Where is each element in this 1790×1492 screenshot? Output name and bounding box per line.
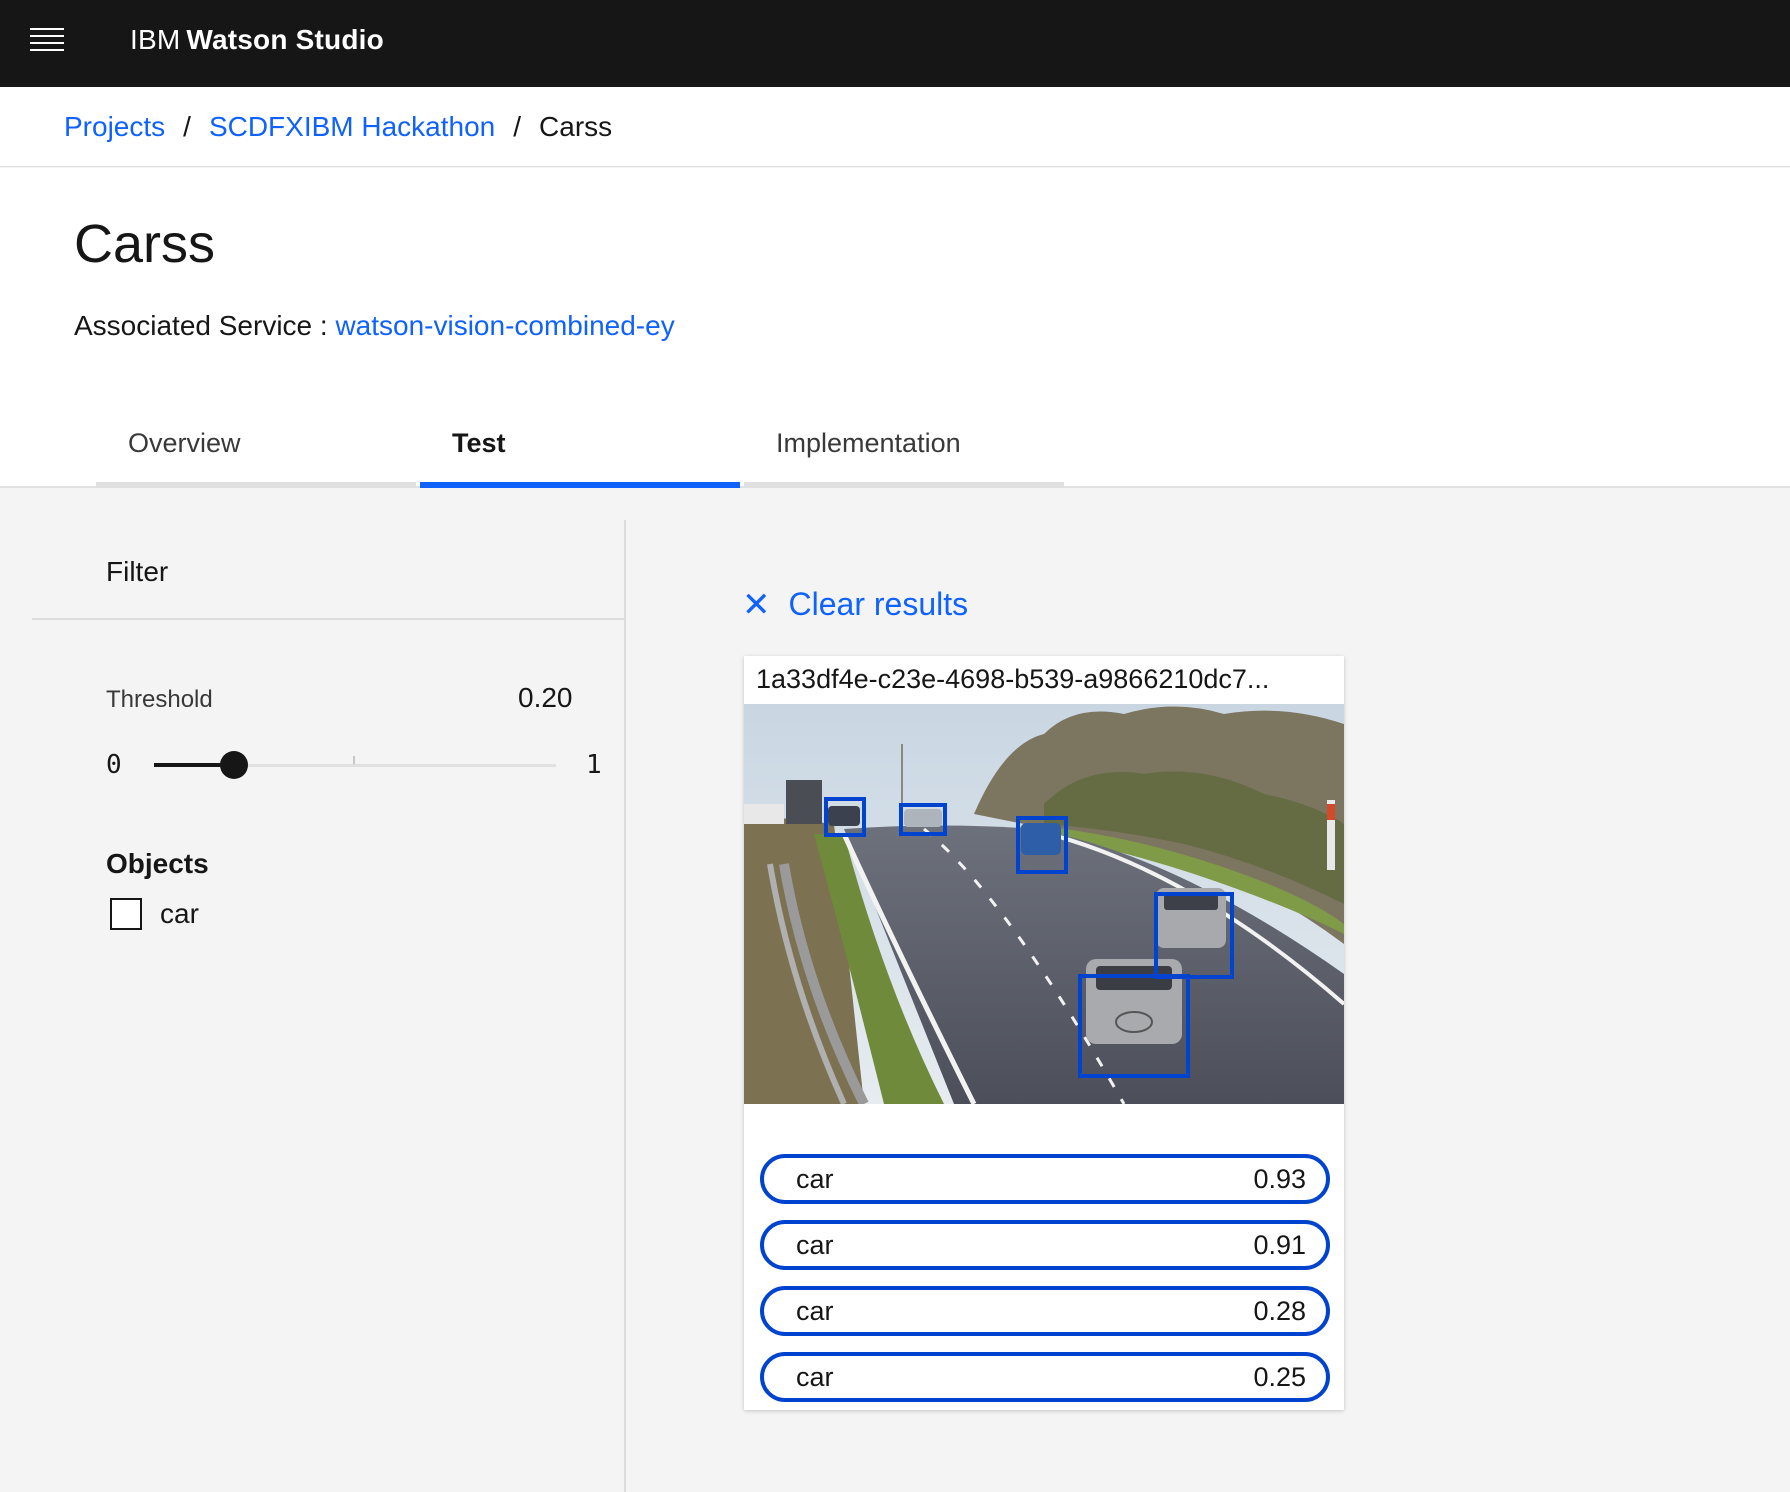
service-link[interactable]: watson-vision-combined-ey <box>335 310 674 341</box>
tab-overview[interactable]: Overview <box>96 406 416 488</box>
detection-item[interactable]: car 0.93 <box>760 1154 1330 1204</box>
detection-score: 0.93 <box>1253 1163 1306 1194</box>
brand-prefix: IBM <box>130 24 181 55</box>
slider-midpoint-tick <box>353 756 355 764</box>
detection-score: 0.28 <box>1253 1295 1306 1326</box>
breadcrumb: Projects / SCDFXIBM Hackathon / Carss <box>64 111 612 143</box>
detection-item[interactable]: car 0.28 <box>760 1286 1330 1336</box>
close-icon: ✕ <box>742 585 771 624</box>
object-label: car <box>160 898 199 929</box>
clear-results-label: Clear results <box>788 586 969 622</box>
threshold-slider[interactable] <box>154 751 556 779</box>
breadcrumb-current: Carss <box>539 111 613 142</box>
object-filter-car[interactable]: car <box>110 898 199 930</box>
tab-list: Overview Test Implementation <box>96 406 1068 488</box>
breadcrumb-separator: / <box>183 111 191 142</box>
detection-label: car <box>796 1295 834 1326</box>
menu-icon[interactable] <box>30 28 66 52</box>
threshold-label: Threshold <box>106 686 213 713</box>
threshold-value: 0.20 <box>518 682 573 713</box>
filter-panel: Filter Threshold 0.20 0 1 Objects car <box>32 520 626 1492</box>
breadcrumb-project[interactable]: SCDFXIBM Hackathon <box>209 111 495 143</box>
divider <box>32 618 626 620</box>
breadcrumb-projects[interactable]: Projects <box>64 111 165 143</box>
slider-handle[interactable] <box>220 751 248 779</box>
test-image <box>744 704 1344 1104</box>
detection-label: car <box>796 1163 834 1194</box>
detection-score: 0.91 <box>1253 1229 1306 1260</box>
service-label: Associated Service : <box>74 310 328 341</box>
car-checkbox[interactable] <box>110 898 142 930</box>
image-name: 1a33df4e-c23e-4698-b539-a9866210dc7... <box>756 664 1270 694</box>
page-header: Carss Associated Service : watson-vision… <box>0 168 1790 488</box>
detection-label: car <box>796 1229 834 1260</box>
breadcrumb-separator: / <box>513 111 522 142</box>
detection-score: 0.25 <box>1253 1361 1306 1392</box>
clear-results-button[interactable]: ✕ Clear results <box>742 586 968 623</box>
associated-service: Associated Service : watson-vision-combi… <box>74 310 675 342</box>
app-brand[interactable]: IBM Watson Studio <box>130 24 384 56</box>
filter-title: Filter <box>106 556 169 587</box>
result-card: 1a33df4e-c23e-4698-b539-a9866210dc7... c… <box>744 656 1344 1410</box>
tab-test[interactable]: Test <box>420 406 740 488</box>
detection-item[interactable]: car 0.91 <box>760 1220 1330 1270</box>
top-bar: IBM Watson Studio <box>0 0 1790 87</box>
road-photo <box>744 704 1344 1104</box>
detection-item[interactable]: car 0.25 <box>760 1352 1330 1402</box>
page-title: Carss <box>74 214 216 274</box>
detection-list: car 0.93 car 0.91 car 0.28 car 0.25 <box>760 1154 1330 1418</box>
detection-label: car <box>796 1361 834 1392</box>
breadcrumb-bar: Projects / SCDFXIBM Hackathon / Carss <box>0 87 1790 167</box>
tab-implementation[interactable]: Implementation <box>744 406 1064 488</box>
slider-max-label: 1 <box>586 750 602 780</box>
slider-min-label: 0 <box>106 750 122 780</box>
objects-title: Objects <box>106 848 209 879</box>
brand-name: Watson Studio <box>186 24 384 55</box>
